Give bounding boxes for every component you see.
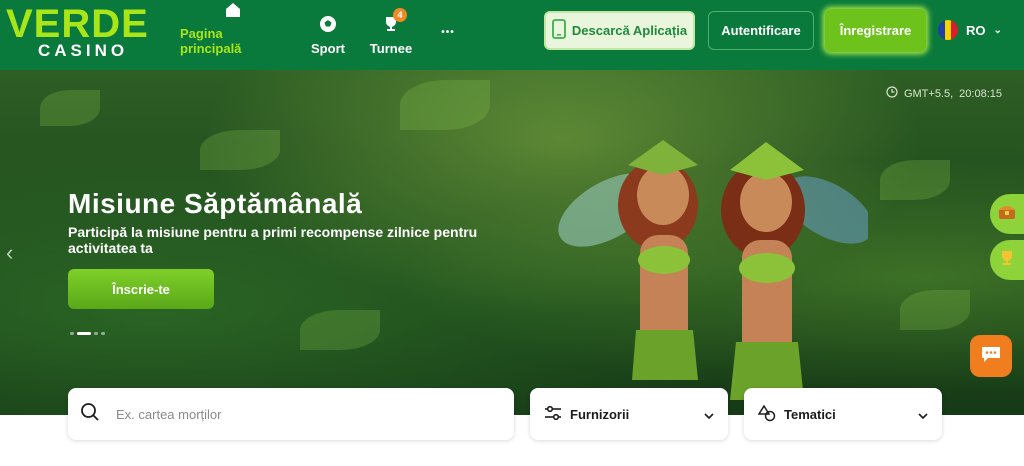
clock-display: GMT+5.5, 20:08:15	[886, 86, 1002, 101]
shapes-icon	[757, 404, 776, 425]
top-header: VERDE CASINO Pagina principală Sport 4 T…	[0, 0, 1024, 70]
time-label: 20:08:15	[959, 87, 1002, 100]
download-app-label: Descarcă Aplicația	[571, 23, 688, 38]
clock-icon	[886, 86, 898, 101]
leaf-decoration	[400, 80, 490, 130]
nav-sport-label: Sport	[311, 41, 345, 56]
leaf-decoration	[880, 160, 950, 200]
treasure-chest-icon	[998, 204, 1016, 225]
hero-join-button[interactable]: Înscrie-te	[68, 269, 214, 309]
download-app-button[interactable]: Descarcă Aplicația	[544, 11, 695, 50]
themes-filter-label: Tematici	[784, 406, 836, 422]
logo-wordmark-top: VERDE	[6, 2, 149, 46]
tournaments-count-badge: 4	[393, 8, 407, 22]
chat-bubble-icon	[980, 344, 1002, 369]
hero-banner: GMT+5.5, 20:08:15 ‹ › Misiune Săptămânal…	[0, 70, 1024, 415]
carousel-dot-active[interactable]	[77, 332, 91, 335]
search-icon	[80, 402, 100, 427]
nav-home-label: Pagina principală	[180, 26, 242, 56]
leaf-decoration	[900, 290, 970, 330]
verde-casino-logo[interactable]: VERDE CASINO	[6, 2, 162, 64]
logo-wordmark-bottom: CASINO	[38, 41, 129, 60]
nav-home[interactable]: Pagina principală	[180, 3, 286, 56]
nav-tournaments[interactable]: 4 Turnee	[369, 8, 413, 56]
chevron-down-icon: ⌄	[993, 24, 1002, 36]
login-button[interactable]: Autentificare	[708, 11, 814, 50]
carousel-dot[interactable]	[101, 332, 105, 335]
leaf-decoration	[40, 90, 100, 126]
more-icon: •••	[441, 26, 455, 38]
sliders-icon	[544, 405, 562, 424]
nav-more[interactable]: •••	[436, 8, 460, 56]
register-button[interactable]: Înregistrare	[825, 9, 926, 52]
hero-subtitle: Participă la misiune pentru a primi reco…	[68, 224, 478, 256]
carousel-prev-arrow-icon[interactable]: ‹	[6, 240, 13, 266]
carousel-dot[interactable]	[70, 332, 74, 335]
chevron-down-icon	[704, 407, 714, 422]
language-selector[interactable]: RO ⌄	[938, 20, 1002, 40]
leaf-decoration	[300, 310, 380, 350]
providers-filter-label: Furnizorii	[570, 406, 630, 422]
search-input[interactable]	[116, 406, 476, 422]
hero-title: Misiune Săptămânală	[68, 188, 363, 219]
romania-flag-icon	[938, 20, 958, 40]
timezone-label: GMT+5.5,	[903, 87, 954, 100]
soccer-ball-icon	[317, 13, 339, 35]
side-trophy-button[interactable]	[990, 240, 1024, 280]
leaf-decoration	[200, 130, 280, 170]
home-icon	[222, 0, 244, 20]
game-search-bar	[68, 388, 514, 440]
carousel-indicators	[70, 332, 105, 335]
fairies-illustration	[558, 140, 868, 400]
themes-filter-dropdown[interactable]: Tematici	[744, 388, 942, 440]
live-chat-button[interactable]	[970, 335, 1012, 377]
providers-filter-dropdown[interactable]: Furnizorii	[530, 388, 728, 440]
nav-tournaments-label: Turnee	[369, 41, 413, 56]
phone-icon	[552, 19, 566, 42]
carousel-dot[interactable]	[94, 332, 98, 335]
gold-trophy-icon	[998, 249, 1016, 272]
chevron-down-icon	[918, 407, 928, 422]
side-treasure-chest-button[interactable]	[990, 194, 1024, 234]
nav-sport[interactable]: Sport	[308, 8, 348, 56]
language-code: RO	[966, 22, 986, 38]
